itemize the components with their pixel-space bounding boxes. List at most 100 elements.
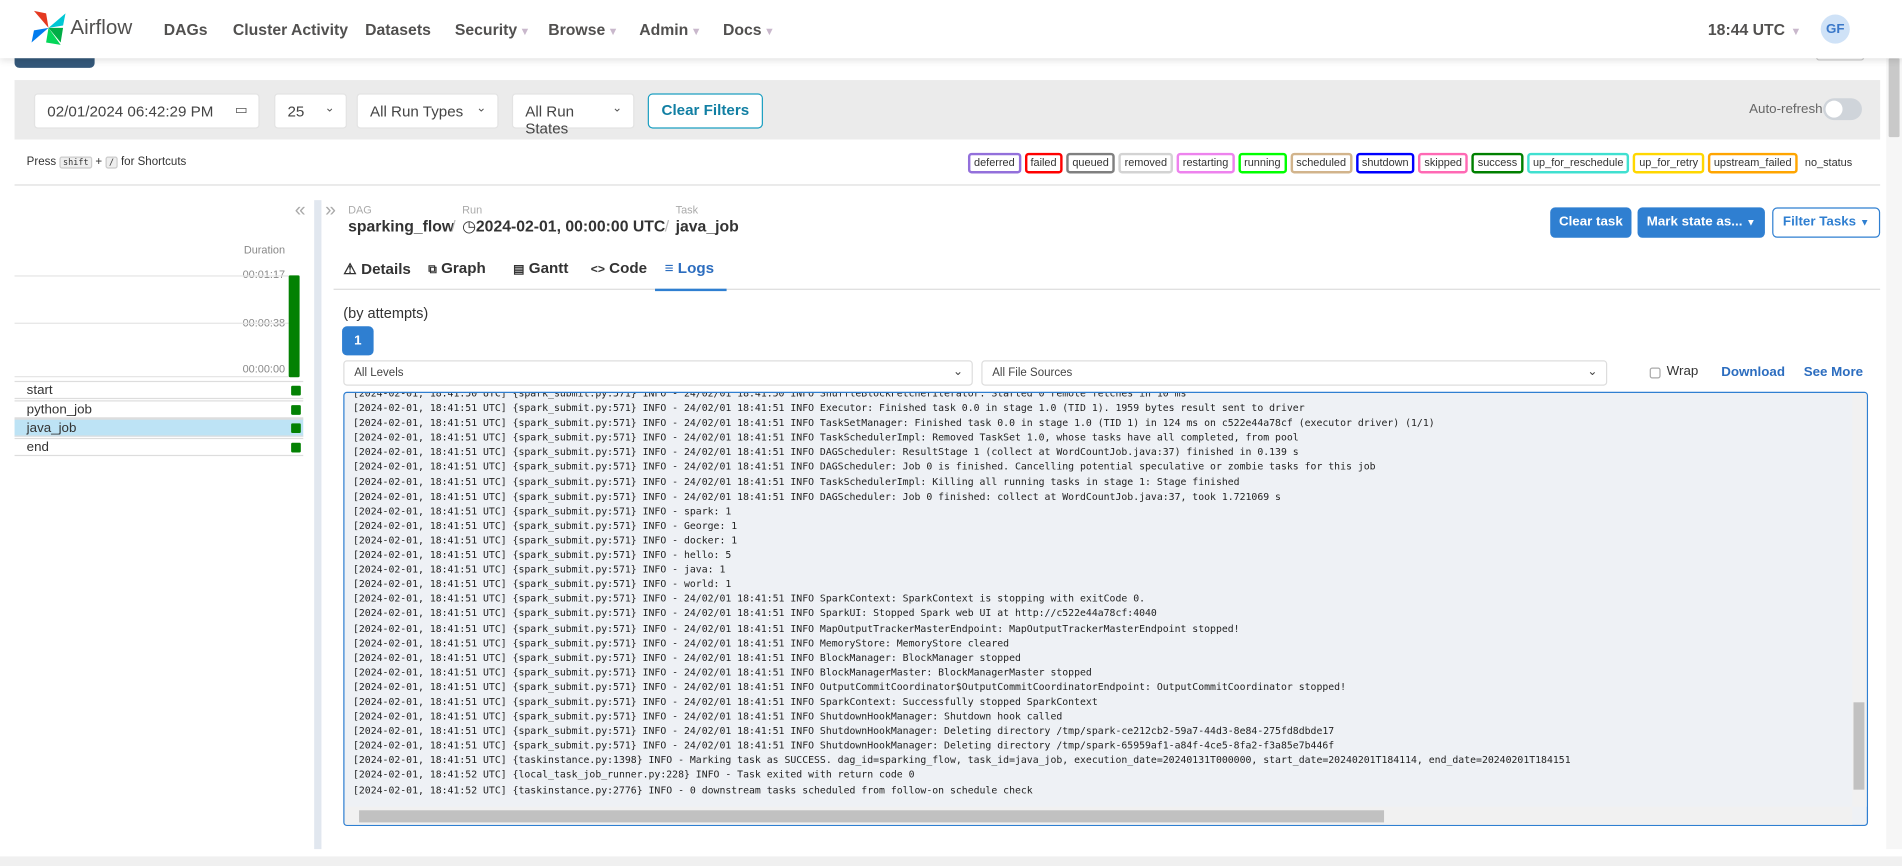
nav-security[interactable]: Security ▼ — [455, 21, 530, 39]
clear-filters-button[interactable]: Clear Filters — [647, 93, 763, 129]
base-date-input[interactable]: 02/01/2024 06:42:29 PM ▭ — [33, 93, 260, 129]
user-avatar[interactable]: GF — [1820, 14, 1850, 44]
legend-no-status: no_status — [1804, 156, 1853, 169]
clock-icon: ◷ — [462, 217, 476, 236]
log-line: [2024-02-01, 18:41:51 UTC] {spark_submit… — [352, 665, 1092, 678]
tab-label: Details — [361, 260, 411, 278]
nav-browse[interactable]: Browse ▼ — [548, 21, 618, 39]
clock-text: 18:44 UTC — [1707, 20, 1786, 39]
auto-refresh-toggle[interactable] — [1823, 98, 1862, 121]
shift-key: shift — [59, 156, 93, 169]
auto-refresh-label: Auto-refresh — [1749, 101, 1823, 117]
duration-tick: 00:01:17 — [242, 268, 286, 281]
attempt-1-button[interactable]: 1 — [342, 326, 374, 356]
legend-failed: failed — [1024, 152, 1063, 174]
log-line: [2024-02-01, 18:41:51 UTC] {spark_submit… — [352, 636, 1010, 649]
log-line: [2024-02-01, 18:41:51 UTC] {spark_submit… — [352, 533, 738, 546]
log-level-select[interactable]: All Levels ⌄ — [343, 360, 973, 386]
mark-state-button[interactable]: Mark state as... ▼ — [1637, 207, 1765, 238]
airflow-logo-icon[interactable] — [29, 8, 68, 47]
task-instance-success[interactable] — [291, 423, 301, 434]
tab-label: Logs — [677, 259, 715, 277]
download-link[interactable]: Download — [1721, 365, 1785, 380]
task-row-java-job[interactable]: java_job — [14, 418, 304, 437]
graph-icon: ⧉ — [428, 263, 437, 277]
calendar-icon[interactable]: ▭ — [235, 102, 248, 118]
expand-details-icon[interactable]: » — [325, 200, 336, 222]
wrap-label[interactable]: Wrap — [1667, 364, 1699, 379]
run-states-select[interactable]: All Run States ⌄ — [511, 93, 635, 137]
breadcrumb-dag-label: DAG — [348, 203, 372, 216]
run-types-select[interactable]: All Run Types ⌄ — [356, 93, 499, 129]
task-instance-success[interactable] — [291, 442, 301, 453]
run-duration-bar[interactable] — [288, 275, 300, 378]
task-instance-success[interactable] — [291, 405, 301, 415]
task-row-python-job[interactable]: python_job — [14, 400, 304, 419]
task-row-start[interactable]: start — [14, 380, 304, 400]
task-row-end[interactable]: end — [14, 437, 304, 457]
tab-label: Graph — [441, 259, 486, 277]
clear-task-button[interactable]: Clear task — [1550, 207, 1632, 238]
log-vertical-scrollbar[interactable] — [1852, 393, 1867, 807]
utc-clock[interactable]: 18:44 UTC ▼ — [1708, 21, 1801, 39]
num-runs-select[interactable]: 25 ⌄ — [274, 93, 347, 129]
nav-docs-label: Docs — [722, 20, 762, 39]
legend-up-for-reschedule: up_for_reschedule — [1526, 152, 1630, 174]
breadcrumb-task-label: Task — [675, 203, 699, 216]
log-line: [2024-02-01, 18:41:51 UTC] {spark_submit… — [352, 401, 1305, 414]
divider — [14, 184, 1881, 186]
gantt-icon: ▤ — [513, 263, 525, 277]
airflow-page: Airflow DAGs Cluster Activity Datasets S… — [0, 0, 1902, 866]
log-line: [2024-02-01, 18:41:51 UTC] {spark_submit… — [352, 680, 1346, 693]
shortcuts-press: Press — [26, 155, 57, 169]
legend-up-for-retry: up_for_retry — [1633, 152, 1705, 174]
nav-security-label: Security — [454, 20, 518, 39]
duration-tick: 00:00:00 — [242, 362, 286, 375]
caret-down-icon: ▼ — [519, 25, 531, 38]
caret-down-icon: ▼ — [1859, 217, 1870, 229]
grid-line — [14, 275, 289, 277]
nav-admin-label: Admin — [639, 20, 689, 39]
log-line: [2024-02-01, 18:41:51 UTC] {spark_submit… — [352, 695, 1098, 708]
tab-details[interactable]: ⚠ Details — [343, 260, 411, 278]
page-scroll-thumb[interactable] — [1888, 58, 1900, 138]
breadcrumb-task[interactable]: java_job — [676, 217, 739, 235]
caret-down-icon: ▼ — [607, 25, 619, 38]
collapse-grid-icon[interactable]: « — [295, 200, 306, 222]
nav-cluster-activity[interactable]: Cluster Activity — [233, 21, 348, 39]
slash-key: / — [105, 156, 118, 169]
legend-removed: removed — [1118, 152, 1174, 174]
legend-deferred: deferred — [967, 152, 1021, 174]
see-more-link[interactable]: See More — [1804, 365, 1863, 380]
nav-dags[interactable]: DAGs — [164, 21, 208, 39]
chevron-down-icon: ⌄ — [324, 101, 335, 116]
tab-logs[interactable]: ≡ Logs — [655, 259, 727, 292]
log-viewer[interactable]: [2024-02-01, 18:41:50 UTC] {spark_submit… — [343, 391, 1869, 827]
wrap-checkbox[interactable] — [1649, 367, 1661, 379]
legend-upstream-failed: upstream_failed — [1707, 152, 1798, 174]
tab-code[interactable]: <> Code — [591, 260, 647, 277]
task-instance-success[interactable] — [291, 385, 301, 396]
breadcrumb-run[interactable]: ◷2024-02-01, 00:00:00 UTC — [462, 217, 665, 236]
panel-resize-handle[interactable] — [314, 200, 322, 850]
tab-gantt[interactable]: ▤ Gantt — [513, 260, 568, 277]
log-line: [2024-02-01, 18:41:51 UTC] {spark_submit… — [352, 518, 738, 532]
page-scrollbar[interactable] — [1886, 58, 1902, 850]
tab-graph[interactable]: ⧉ Graph — [428, 260, 486, 277]
legend-skipped: skipped — [1418, 152, 1469, 174]
log-line: [2024-02-01, 18:41:51 UTC] {spark_submit… — [352, 592, 1146, 605]
scroll-thumb[interactable] — [1853, 702, 1865, 790]
scroll-thumb[interactable] — [359, 810, 1385, 823]
breadcrumb-dag[interactable]: sparking_flow — [348, 217, 454, 235]
file-source-select[interactable]: All File Sources ⌄ — [981, 360, 1608, 386]
nav-datasets[interactable]: Datasets — [365, 21, 431, 39]
shortcuts-hint: Press shift + / for Shortcuts — [26, 155, 186, 169]
filter-tasks-button[interactable]: Filter Tasks ▼ — [1772, 207, 1881, 238]
nav-admin[interactable]: Admin ▼ — [639, 21, 701, 39]
log-line: [2024-02-01, 18:41:50 UTC] {spark_submit… — [352, 391, 1187, 400]
task-name: end — [26, 440, 49, 455]
log-line: [2024-02-01, 18:41:51 UTC] {spark_submit… — [352, 430, 1299, 444]
log-horizontal-scrollbar[interactable] — [344, 806, 1853, 825]
nav-docs[interactable]: Docs ▼ — [723, 21, 775, 39]
brand-name[interactable]: Airflow — [70, 16, 132, 40]
